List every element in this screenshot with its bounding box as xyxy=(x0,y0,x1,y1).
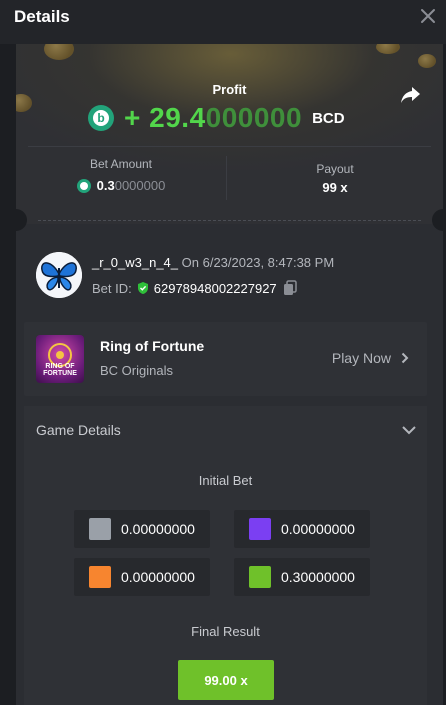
bet-id-value: 62978948002227927 xyxy=(153,280,277,296)
game-thumbnail: RING OF FORTUNE xyxy=(36,335,84,383)
initial-bet-label: Initial Bet xyxy=(198,473,253,488)
modal-header: Details xyxy=(0,0,446,44)
game-thumb-text: RING OF FORTUNE xyxy=(43,363,77,377)
bet-cell: 0.00000000 xyxy=(74,510,210,548)
bcd-coin-icon: b xyxy=(88,105,114,131)
bet-cell: 0.00000000 xyxy=(74,558,210,596)
bcd-coin-icon xyxy=(76,178,91,193)
game-details-title: Game Details xyxy=(36,422,121,438)
payout-value: 99 x xyxy=(322,180,348,195)
bet-amount-label: Bet Amount xyxy=(89,157,153,171)
game-details-panel: Game Details Initial Bet 0.00000000 0.00… xyxy=(24,406,427,705)
final-result-label: Final Result xyxy=(191,624,260,639)
bet-cell-value: 0.00000000 xyxy=(121,521,195,537)
username[interactable]: _r_0_w3_n_4_ xyxy=(92,255,178,270)
game-link-row[interactable]: RING OF FORTUNE Ring of Fortune BC Origi… xyxy=(24,322,427,396)
bet-amount-value: 0.3 0000000 xyxy=(16,178,226,193)
bet-cell-value: 0.30000000 xyxy=(281,569,355,585)
bet-cell: 0.30000000 xyxy=(234,558,370,596)
bet-cell: 0.00000000 xyxy=(234,510,370,548)
copy-icon[interactable] xyxy=(283,280,297,296)
profit-amount-main: 29.4 xyxy=(149,102,206,133)
decorative-coin xyxy=(376,44,400,54)
color-swatch xyxy=(89,518,111,540)
avatar[interactable] xyxy=(36,252,82,298)
final-result-badge: 99.00 x xyxy=(178,660,274,700)
decorative-coin xyxy=(44,44,74,60)
butterfly-avatar-icon xyxy=(36,252,82,298)
profit-amount: + 29.4000000 xyxy=(124,102,302,134)
game-provider: BC Originals xyxy=(100,363,173,378)
bet-amount-main: 0.3 xyxy=(96,178,115,193)
chevron-right-icon xyxy=(401,352,409,364)
modal-title: Details xyxy=(14,7,70,26)
ticket-divider xyxy=(38,220,421,221)
bet-cell-value: 0.00000000 xyxy=(121,569,195,585)
bet-details-card: Profit b + 29.4000000 BCD Bet Amount 0.3… xyxy=(16,44,443,705)
chevron-down-icon[interactable] xyxy=(401,422,417,438)
bet-id-label: Bet ID: xyxy=(92,280,132,296)
profit-label: Profit xyxy=(212,82,247,97)
profit-row: b + 29.4000000 BCD xyxy=(88,102,345,134)
color-swatch xyxy=(249,566,271,588)
bet-date: On 6/23/2023, 8:47:38 PM xyxy=(181,255,335,270)
divider xyxy=(28,146,431,147)
play-now-link[interactable]: Play Now xyxy=(332,350,409,366)
bet-cell-value: 0.00000000 xyxy=(281,521,355,537)
color-swatch xyxy=(89,566,111,588)
color-swatch xyxy=(249,518,271,540)
play-now-label: Play Now xyxy=(331,350,391,366)
user-line: _r_0_w3_n_4_ On 6/23/2023, 8:47:38 PM xyxy=(92,255,334,270)
close-icon[interactable] xyxy=(418,6,438,26)
game-title: Ring of Fortune xyxy=(100,338,205,354)
profit-currency: BCD xyxy=(312,109,345,127)
verified-shield-icon xyxy=(137,282,148,294)
payout-label: Payout xyxy=(316,162,354,176)
profit-amount-trailing: 000000 xyxy=(205,102,303,133)
bet-amount-trailing: 0000000 xyxy=(114,178,166,193)
decorative-coin xyxy=(418,54,436,68)
bet-id-line: Bet ID: 62978948002227927 xyxy=(92,280,297,296)
profit-hero xyxy=(16,44,443,224)
share-icon[interactable] xyxy=(399,84,421,106)
ticket-notch-right xyxy=(432,209,443,231)
profit-sign: + xyxy=(124,102,141,133)
